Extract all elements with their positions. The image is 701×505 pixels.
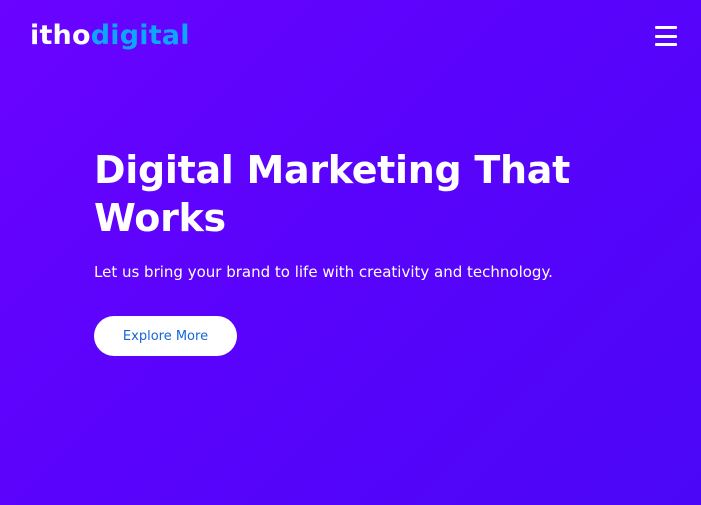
logo-text-primary: itho [30,20,91,51]
landing-page: ithodigital Digital Marketing That Works… [0,0,701,505]
logo-text-accent: digital [90,20,190,51]
menu-bar-top [655,26,677,29]
menu-bar-bottom [655,43,677,46]
hero-title: Digital Marketing That Works [94,148,570,240]
hamburger-menu-icon[interactable] [655,26,677,46]
site-logo[interactable]: ithodigital [30,18,190,54]
menu-bar-middle [655,34,677,38]
explore-more-button[interactable]: Explore More [94,316,237,356]
hero-section: Digital Marketing That Works Let us brin… [94,146,614,282]
hero-subtitle: Let us bring your brand to life with cre… [94,263,553,281]
